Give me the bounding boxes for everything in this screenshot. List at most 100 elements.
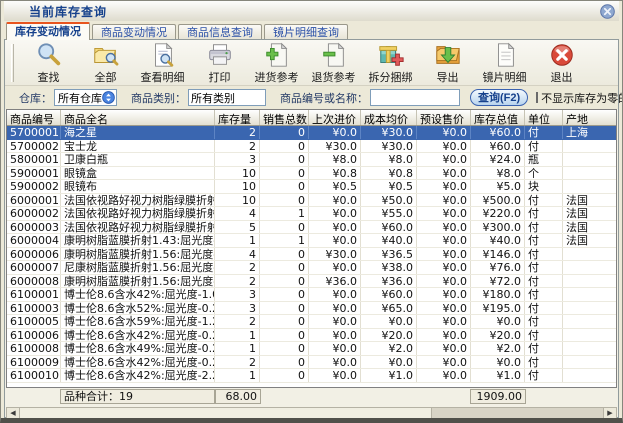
cell-preset: ¥0.0 <box>417 315 471 328</box>
cell-last: ¥0.0 <box>309 356 361 369</box>
column-header-preset[interactable]: 预设售价 <box>417 110 471 125</box>
cell-last: ¥0.0 <box>309 194 361 207</box>
print-button[interactable]: 打印 <box>191 41 248 85</box>
cell-cost: ¥60.0 <box>361 288 417 301</box>
scroll-right-icon[interactable]: ▶ <box>603 408 616 419</box>
table-row[interactable]: 6000001 法国依视路好视力树脂绿膜折射1.43 10 0 ¥0.0 ¥50… <box>7 194 616 208</box>
table-row[interactable]: 6000002 法国依视路好视力树脂绿膜折射1.56 4 1 ¥0.0 ¥55.… <box>7 207 616 221</box>
gift-box-plus-icon <box>377 41 405 69</box>
tab-lens-detail[interactable]: 镜片明细查询 <box>264 24 348 40</box>
search-icon <box>35 41 63 69</box>
cell-origin: 法国 <box>563 207 616 220</box>
toolbar-grip <box>11 44 14 82</box>
cell-unit: 付 <box>525 288 563 301</box>
warehouse-select[interactable]: 所有仓库 <box>54 89 117 106</box>
cell-origin: 上海 <box>563 126 616 139</box>
cell-sold: 0 <box>260 315 309 328</box>
cell-qty: 3 <box>215 288 260 301</box>
all-button[interactable]: 全部 <box>77 41 134 85</box>
table-row[interactable]: 5900001 眼镜盒 10 0 ¥0.8 ¥0.8 ¥0.0 ¥8.0 个 <box>7 167 616 181</box>
column-header-last[interactable]: 上次进价 <box>309 110 361 125</box>
cell-last: ¥30.0 <box>309 140 361 153</box>
scrollbar-thumb[interactable] <box>20 408 432 419</box>
cell-cost: ¥0.0 <box>361 356 417 369</box>
cell-preset: ¥0.0 <box>417 288 471 301</box>
split-bundle-button[interactable]: 拆分捆绑 <box>362 41 419 85</box>
cell-name: 博士伦8.6含水42%:屈光度-0.20:散光 <box>61 356 215 369</box>
summary-row: 品种合计：19 68.00 1909.00 <box>6 389 617 405</box>
button-label: 导出 <box>437 69 459 85</box>
return-reference-button[interactable]: 退货参考 <box>305 41 362 85</box>
hide-zero-stock-checkbox[interactable] <box>536 92 538 103</box>
cell-name: 海之星 <box>61 126 215 139</box>
table-row[interactable]: 6100005 博士伦8.6含水59%:屈光度-1.25:散光 2 0 ¥0.0… <box>7 315 616 329</box>
cell-total: ¥0.0 <box>471 356 525 369</box>
find-button[interactable]: 查找 <box>20 41 77 85</box>
table-row[interactable]: 5900002 眼镜布 10 0 ¥0.5 ¥0.5 ¥0.0 ¥5.0 块 <box>7 180 616 194</box>
scroll-left-icon[interactable]: ◀ <box>7 408 20 419</box>
tab-inventory-change[interactable]: 库存变动情况 <box>6 22 90 40</box>
column-header-qty[interactable]: 库存量 <box>215 110 260 125</box>
column-header-cost[interactable]: 成本均价 <box>361 110 417 125</box>
cell-total: ¥40.0 <box>471 234 525 247</box>
combo-toggle-icon[interactable] <box>102 91 115 104</box>
cell-origin <box>563 140 616 153</box>
keyword-input[interactable] <box>370 89 460 106</box>
document-search-icon <box>149 41 177 69</box>
purchase-reference-button[interactable]: 进货参考 <box>248 41 305 85</box>
column-header-name[interactable]: 商品全名 <box>61 110 215 125</box>
table-row[interactable]: 6000003 法国依视路好视力树脂绿膜折射1.61 5 0 ¥0.0 ¥60.… <box>7 221 616 235</box>
table-row[interactable]: 5700001 海之星 2 0 ¥0.0 ¥30.0 ¥0.0 ¥60.0 付 … <box>7 126 616 140</box>
cell-preset: ¥0.0 <box>417 356 471 369</box>
table-row[interactable]: 5800001 卫康白瓶 3 0 ¥8.0 ¥8.0 ¥0.0 ¥24.0 瓶 <box>7 153 616 167</box>
tab-product-change[interactable]: 商品变动情况 <box>92 24 176 40</box>
cell-preset: ¥0.0 <box>417 207 471 220</box>
close-icon[interactable] <box>600 4 615 19</box>
view-detail-button[interactable]: 查看明细 <box>134 41 191 85</box>
table-row[interactable]: 6000004 康明树脂蓝膜折射1.43:屈光度-1.00 1 1 ¥0.0 ¥… <box>7 234 616 248</box>
export-button[interactable]: 导出 <box>419 41 476 85</box>
column-header-unit[interactable]: 单位 <box>525 110 563 125</box>
cell-origin <box>563 153 616 166</box>
cell-sold: 0 <box>260 126 309 139</box>
table-row[interactable]: 6100010 博士伦8.6含水42%:屈光度-2.25:散光 1 0 ¥0.0… <box>7 369 616 383</box>
table-row[interactable]: 6000007 尼康树脂蓝膜折射1.56:屈光度-1.50 2 0 ¥0.0 ¥… <box>7 261 616 275</box>
printer-icon <box>206 41 234 69</box>
column-header-origin[interactable]: 产地 <box>563 110 616 125</box>
cell-last: ¥0.8 <box>309 167 361 180</box>
cell-code: 6000002 <box>7 207 61 220</box>
cell-last: ¥36.0 <box>309 275 361 288</box>
table-row[interactable]: 6000006 康明树脂蓝膜折射1.56:屈光度-2.25 4 0 ¥30.0 … <box>7 248 616 262</box>
horizontal-scrollbar[interactable]: ◀ ▶ <box>6 407 617 420</box>
tab-product-info[interactable]: 商品信息查询 <box>178 24 262 40</box>
table-row[interactable]: 6000008 康明树脂蓝膜折射1.56:屈光度-3.00 2 0 ¥36.0 … <box>7 275 616 289</box>
table-row[interactable]: 6100009 博士伦8.6含水42%:屈光度-0.20:散光 2 0 ¥0.0… <box>7 356 616 370</box>
cell-sold: 0 <box>260 167 309 180</box>
cell-preset: ¥0.0 <box>417 167 471 180</box>
column-header-sold[interactable]: 销售总数 <box>260 110 309 125</box>
cell-preset: ¥0.0 <box>417 261 471 274</box>
cell-last: ¥0.0 <box>309 302 361 315</box>
table-row[interactable]: 6100008 博士伦8.6含水49%:屈光度-0.25:散光 1 0 ¥0.0… <box>7 342 616 356</box>
cell-qty: 3 <box>215 153 260 166</box>
category-input[interactable] <box>188 89 266 106</box>
cell-cost: ¥55.0 <box>361 207 417 220</box>
cell-code: 5700002 <box>7 140 61 153</box>
table-row[interactable]: 6100003 博士伦8.6含水52%:屈光度-0.25:散光 3 0 ¥0.0… <box>7 302 616 316</box>
cell-cost: ¥0.8 <box>361 167 417 180</box>
lens-detail-button[interactable]: 镜片明细 <box>476 41 533 85</box>
query-button[interactable]: 查询(F2) <box>470 89 528 106</box>
button-label: 退货参考 <box>312 69 356 85</box>
cell-name: 康明树脂蓝膜折射1.43:屈光度-1.00 <box>61 234 215 247</box>
cell-sold: 0 <box>260 221 309 234</box>
table-row[interactable]: 5700002 宝士龙 2 0 ¥30.0 ¥30.0 ¥0.0 ¥60.0 付 <box>7 140 616 154</box>
column-header-total[interactable]: 库存总值 <box>471 110 525 125</box>
scrollbar-track[interactable] <box>432 408 603 419</box>
exit-button[interactable]: 退出 <box>533 41 590 85</box>
table-row[interactable]: 6100001 博士伦8.6含水42%:屈光度-1.00:散光 3 0 ¥0.0… <box>7 288 616 302</box>
cell-code: 6000008 <box>7 275 61 288</box>
cell-origin <box>563 248 616 261</box>
cell-preset: ¥0.0 <box>417 180 471 193</box>
column-header-code[interactable]: 商品编号 <box>7 110 61 125</box>
table-row[interactable]: 6100006 博士伦8.6含水42%:屈光度-0.25:散光 1 0 ¥0.0… <box>7 329 616 343</box>
